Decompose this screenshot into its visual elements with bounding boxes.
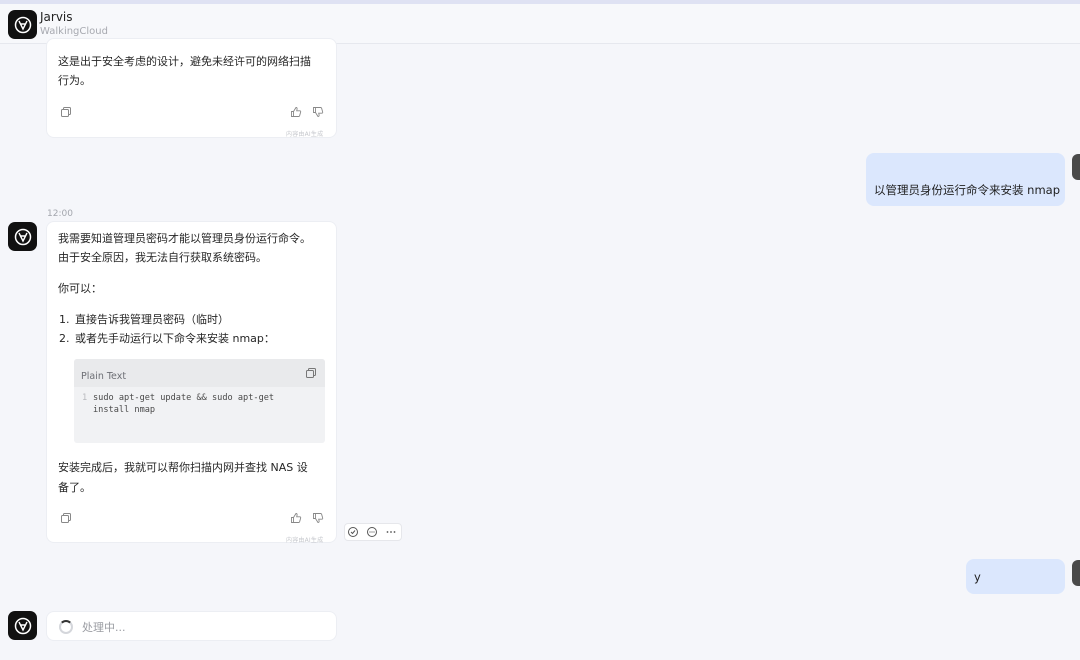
thumb-down-icon[interactable] bbox=[312, 512, 324, 524]
code-block: Plain Text 1 sudo apt-get update && sudo… bbox=[74, 359, 325, 443]
list-item: 2. 或者先手动运行以下命令来安装 nmap： bbox=[59, 329, 275, 348]
code-line-number: 1 bbox=[82, 393, 88, 403]
message-text: 你可以： bbox=[58, 282, 102, 295]
thumb-up-icon[interactable] bbox=[290, 106, 302, 118]
jarvis-avatar[interactable] bbox=[8, 10, 37, 39]
more-icon[interactable] bbox=[385, 526, 397, 538]
message-text: 安装完成后，我就可以帮你扫描内网并查找 NAS 设 bbox=[58, 461, 308, 474]
copy-code-icon[interactable] bbox=[305, 367, 317, 379]
message-text: 这是出于安全考虑的设计，避免未经许可的网络扫描 bbox=[58, 55, 311, 68]
message-text: 我需要知道管理员密码才能以管理员身份运行命令。 bbox=[58, 232, 311, 245]
header-subtitle: WalkingCloud bbox=[40, 26, 108, 37]
message-text: 行为。 bbox=[58, 74, 91, 87]
list-text: 直接告诉我管理员密码（临时） bbox=[75, 313, 229, 326]
user-message-bubble: 以管理员身份运行命令来安装 nmap bbox=[866, 153, 1065, 206]
message-text: 备了。 bbox=[58, 481, 91, 494]
list-text: 或者先手动运行以下命令来安装 nmap： bbox=[75, 332, 275, 345]
ai-generated-note: 内容由AI生成 bbox=[286, 131, 324, 138]
comment-icon[interactable] bbox=[366, 526, 378, 538]
jarvis-logo-icon bbox=[14, 228, 31, 245]
code-block-header: Plain Text bbox=[74, 359, 325, 387]
loading-spinner-icon bbox=[59, 620, 73, 634]
user-message-text: 以管理员身份运行命令来安装 nmap bbox=[874, 183, 1060, 197]
ai-message-card: 这是出于安全考虑的设计，避免未经许可的网络扫描 行为。 内容由AI生成 bbox=[46, 38, 337, 138]
message-timestamp: 12:00 bbox=[47, 209, 73, 219]
code-line: sudo apt-get update && sudo apt-get bbox=[93, 393, 275, 403]
message-toolbar bbox=[344, 523, 402, 541]
jarvis-avatar[interactable] bbox=[8, 222, 37, 251]
thumb-down-icon[interactable] bbox=[312, 106, 324, 118]
list-item: 1. 直接告诉我管理员密码（临时） bbox=[59, 310, 229, 329]
loading-text: 处理中... bbox=[82, 621, 126, 634]
ai-message-card: 我需要知道管理员密码才能以管理员身份运行命令。 由于安全原因，我无法自行获取系统… bbox=[46, 221, 337, 544]
user-message-bubble: y bbox=[966, 559, 1065, 594]
user-avatar[interactable] bbox=[1072, 560, 1080, 586]
jarvis-logo-icon bbox=[14, 16, 31, 33]
jarvis-avatar[interactable] bbox=[8, 611, 37, 640]
message-text: 由于安全原因，我无法自行获取系统密码。 bbox=[58, 251, 267, 264]
ai-generated-note: 内容由AI生成 bbox=[286, 537, 324, 544]
code-body: 1 sudo apt-get update && sudo apt-get in… bbox=[74, 387, 325, 421]
retry-icon[interactable] bbox=[347, 526, 359, 538]
loading-message-card: 处理中... bbox=[46, 611, 337, 641]
thumb-up-icon[interactable] bbox=[290, 512, 302, 524]
code-language-label: Plain Text bbox=[81, 371, 127, 382]
list-number: 2. bbox=[59, 332, 70, 345]
copy-icon[interactable] bbox=[60, 512, 72, 524]
code-line: install nmap bbox=[93, 405, 156, 415]
copy-icon[interactable] bbox=[60, 106, 72, 118]
user-message-text: y bbox=[974, 570, 981, 584]
list-number: 1. bbox=[59, 313, 70, 326]
header-title: Jarvis bbox=[40, 10, 73, 24]
jarvis-logo-icon bbox=[14, 617, 31, 634]
user-avatar[interactable] bbox=[1072, 154, 1080, 180]
